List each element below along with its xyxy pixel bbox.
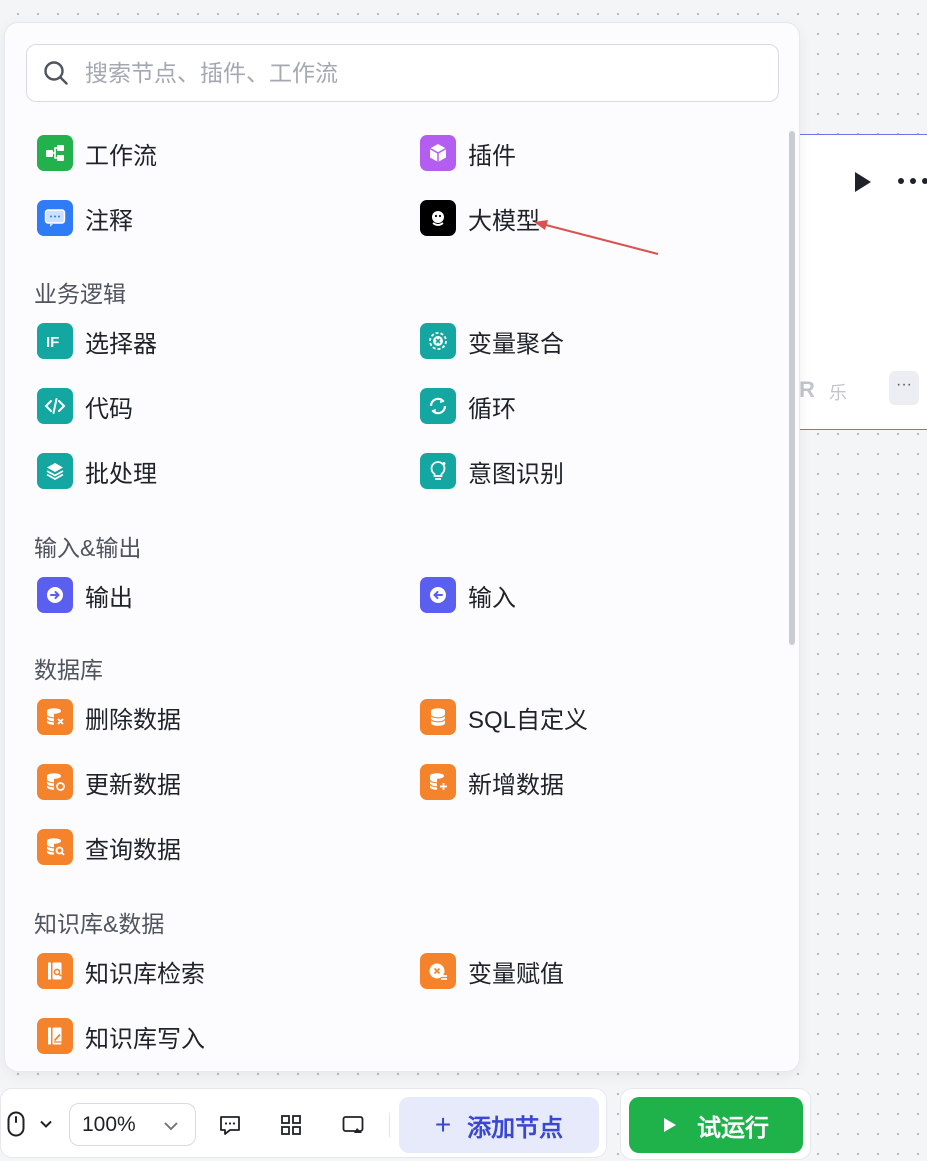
node-item-label: 意图识别 — [468, 460, 564, 488]
section-title-knowledge: 知识库&数据 — [34, 911, 165, 937]
test-run-button[interactable]: 试运行 — [629, 1097, 803, 1153]
node-more-button[interactable]: ··· — [889, 371, 919, 405]
node-item-label: 查询数据 — [85, 836, 181, 864]
node-item-db-query[interactable]: 查询数据 — [37, 825, 181, 869]
db-add-icon — [420, 764, 456, 800]
node-avatar-initial: R — [799, 377, 815, 402]
section-title-io: 输入&输出 — [34, 535, 142, 561]
node-item-batch[interactable]: 批处理 — [37, 449, 157, 493]
section-title-database: 数据库 — [34, 657, 103, 683]
comment-icon — [37, 200, 73, 236]
workflow-icon — [37, 135, 73, 171]
db-sql-icon — [420, 699, 456, 735]
db-delete-icon — [37, 699, 73, 735]
kb-write-icon — [37, 1018, 73, 1054]
node-caption: 乐 — [829, 383, 847, 403]
minimap-icon[interactable] — [341, 1113, 365, 1137]
add-node-panel: 工作流 插件 注释 大模型 业务逻辑 IF 选择器 变量聚合 代码 — [4, 22, 800, 1072]
comment-icon[interactable] — [218, 1113, 242, 1137]
layout-icon[interactable] — [279, 1113, 303, 1137]
node-item-db-sql[interactable]: SQL自定义 — [420, 695, 588, 739]
node-item-label: 注释 — [85, 207, 133, 235]
node-item-db-update[interactable]: 更新数据 — [37, 760, 181, 804]
batch-icon — [37, 453, 73, 489]
plugin-icon — [420, 135, 456, 171]
node-item-label: 新增数据 — [468, 771, 564, 799]
if-icon: IF — [37, 323, 73, 359]
input-icon — [420, 577, 456, 613]
zoom-level: 100% — [82, 1112, 136, 1136]
output-icon — [37, 577, 73, 613]
plus-icon: + — [434, 1109, 452, 1140]
node-item-db-add[interactable]: 新增数据 — [420, 760, 564, 804]
db-update-icon — [37, 764, 73, 800]
node-item-label: SQL自定义 — [468, 706, 589, 734]
node-item-label: 工作流 — [85, 142, 157, 170]
llm-icon — [420, 200, 456, 236]
node-item-label: 知识库检索 — [85, 960, 205, 988]
node-item-intent[interactable]: 意图识别 — [420, 449, 564, 493]
intent-icon — [420, 453, 456, 489]
node-item-input[interactable]: 输入 — [420, 573, 516, 617]
search-icon — [44, 61, 68, 85]
node-item-label: 输入 — [468, 584, 516, 612]
search-input[interactable] — [85, 59, 778, 87]
node-item-label: 知识库写入 — [85, 1025, 205, 1053]
section-title-business-logic: 业务逻辑 — [34, 281, 126, 307]
kb-search-icon — [37, 953, 73, 989]
play-icon[interactable] — [853, 171, 873, 193]
node-item-label: 变量赋值 — [468, 960, 564, 988]
node-item-variable-merge[interactable]: 变量聚合 — [420, 319, 564, 363]
add-node-button[interactable]: + 添加节点 — [399, 1097, 599, 1153]
test-run-label: 试运行 — [697, 1114, 769, 1142]
more-icon[interactable] — [897, 177, 927, 185]
mouse-icon[interactable] — [7, 1111, 25, 1137]
search-box[interactable] — [26, 44, 779, 102]
panel-scrollbar[interactable] — [789, 131, 795, 645]
node-item-label: 代码 — [85, 395, 133, 423]
zoom-select[interactable]: 100% — [69, 1103, 196, 1146]
variable-merge-icon — [420, 323, 456, 359]
node-item-label: 插件 — [468, 142, 516, 170]
node-item-code[interactable]: 代码 — [37, 384, 133, 428]
node-item-plugin[interactable]: 插件 — [420, 131, 516, 175]
annotation-arrow — [534, 220, 659, 255]
node-item-kb-search[interactable]: 知识库检索 — [37, 949, 205, 993]
node-item-label: 删除数据 — [85, 706, 181, 734]
node-item-output[interactable]: 输出 — [37, 573, 133, 617]
canvas-toolbar: 100% + 添加节点 — [0, 1088, 607, 1158]
node-item-label: 更新数据 — [85, 771, 181, 799]
play-icon — [664, 1118, 676, 1132]
node-item-label: 变量聚合 — [468, 330, 564, 358]
node-item-variable-assign[interactable]: 变量赋值 — [420, 949, 564, 993]
add-node-label: 添加节点 — [467, 1114, 564, 1142]
chevron-down-icon — [164, 1122, 178, 1131]
code-icon — [37, 388, 73, 424]
node-item-loop[interactable]: 循环 — [420, 384, 516, 428]
node-item-comment[interactable]: 注释 — [37, 196, 133, 240]
variable-assign-icon — [420, 953, 456, 989]
node-item-label: 选择器 — [85, 330, 157, 358]
chevron-down-icon[interactable] — [39, 1117, 53, 1131]
node-item-kb-write[interactable]: 知识库写入 — [37, 1014, 205, 1058]
db-query-icon — [37, 829, 73, 865]
test-run-container: 试运行 — [620, 1088, 811, 1160]
loop-icon — [420, 388, 456, 424]
node-item-label: 循环 — [468, 395, 516, 423]
node-item-if[interactable]: IF 选择器 — [37, 319, 157, 363]
node-item-label: 输出 — [85, 584, 133, 612]
svg-text:IF: IF — [46, 334, 59, 351]
toolbar-divider — [389, 1113, 390, 1137]
node-item-label: 批处理 — [85, 460, 157, 488]
node-item-workflow[interactable]: 工作流 — [37, 131, 157, 175]
node-item-db-delete[interactable]: 删除数据 — [37, 695, 181, 739]
